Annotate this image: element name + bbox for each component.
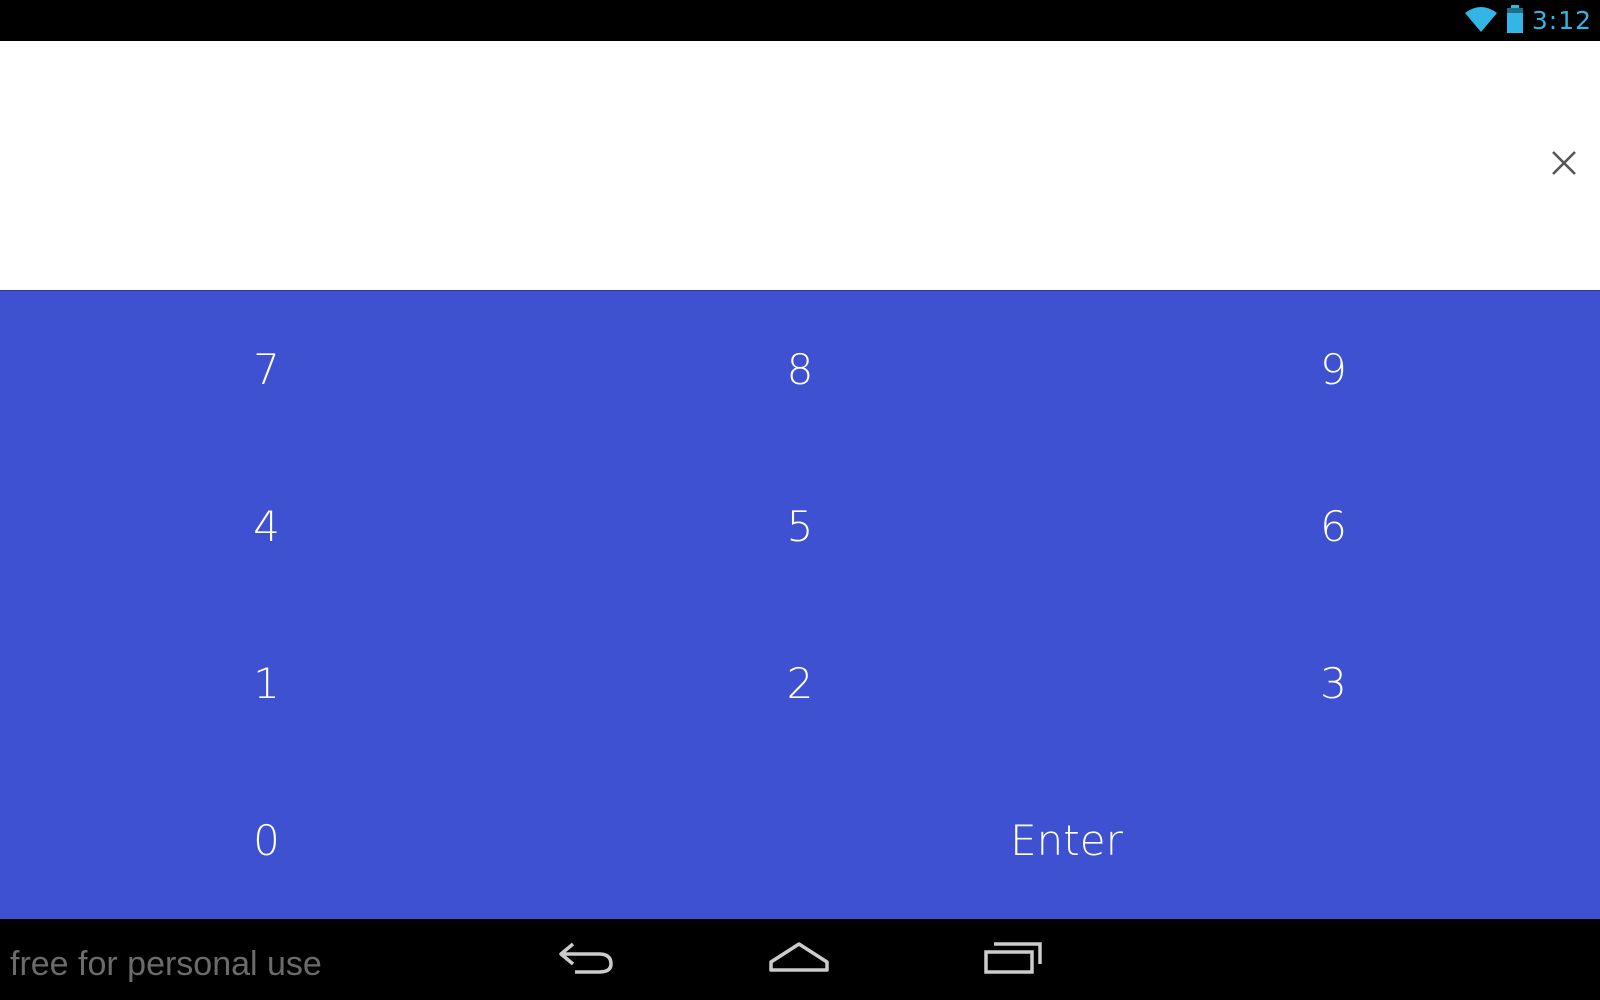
recent-apps-icon	[982, 938, 1044, 982]
key-0[interactable]: 0	[0, 762, 533, 919]
watermark-text: free for personal use	[10, 945, 322, 983]
key-6[interactable]: 6	[1067, 448, 1600, 605]
home-icon	[767, 938, 831, 982]
battery-icon	[1506, 4, 1524, 38]
key-7[interactable]: 7	[0, 291, 533, 448]
key-3[interactable]: 3	[1067, 605, 1600, 762]
status-indicators: 3:12	[1464, 0, 1592, 41]
number-display	[0, 41, 1600, 291]
close-icon	[1551, 150, 1577, 180]
display-value	[40, 41, 1480, 291]
clear-button[interactable]	[1540, 141, 1588, 189]
home-button[interactable]	[744, 919, 854, 1000]
wifi-icon	[1464, 5, 1498, 37]
key-9[interactable]: 9	[1067, 291, 1600, 448]
key-2[interactable]: 2	[533, 605, 1067, 762]
numeric-keypad: 7 8 9 4 5 6 1 2 3 0 Enter	[0, 291, 1600, 919]
status-clock: 3:12	[1531, 6, 1592, 35]
key-4[interactable]: 4	[0, 448, 533, 605]
key-1[interactable]: 1	[0, 605, 533, 762]
back-icon	[555, 938, 615, 982]
key-8[interactable]: 8	[533, 291, 1067, 448]
back-button[interactable]	[530, 919, 640, 1000]
enter-button[interactable]: Enter	[533, 762, 1600, 919]
tablet-screen: 3:12 7 8 9 4 5 6 1 2 3 0 Enter free for …	[0, 0, 1600, 1000]
recent-apps-button[interactable]	[958, 919, 1068, 1000]
key-5[interactable]: 5	[533, 448, 1067, 605]
status-bar: 3:12	[0, 0, 1600, 41]
navigation-bar: free for personal use	[0, 919, 1600, 1000]
